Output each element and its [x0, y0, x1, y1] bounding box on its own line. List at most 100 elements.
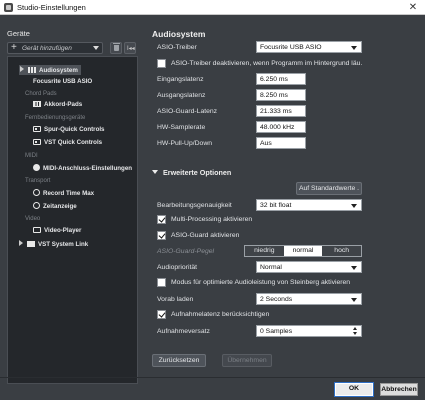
input-latency-field: 6.250 ms	[256, 73, 306, 85]
advanced-options-toggle[interactable]: Erweiterte Optionen	[152, 168, 231, 177]
tree-item-record-time-max[interactable]: Record Time Max	[33, 189, 94, 197]
chevron-down-icon	[351, 204, 357, 208]
tree-item-label: VST Quick Controls	[44, 139, 103, 146]
record-offset-spinbox[interactable]: 0 Samples	[256, 325, 362, 337]
tree-item-label: VST System Link	[38, 241, 89, 248]
chevron-down-icon	[351, 266, 357, 270]
section-title: Audiosystem	[152, 29, 206, 39]
audio-icon	[28, 67, 36, 73]
tree-item-video-player[interactable]: Video-Player	[33, 227, 81, 234]
asio-driver-value: Focusrite USB ASIO	[260, 44, 322, 51]
add-device-dropdown[interactable]: + Gerät hinzufügen	[7, 42, 103, 54]
tree-item-vst-quick-controls[interactable]: VST Quick Controls	[33, 139, 102, 146]
multiprocessing-label: Multi-Processing aktivieren	[171, 216, 253, 223]
clock-icon	[33, 202, 40, 209]
spin-down-icon[interactable]	[353, 332, 357, 335]
record-latency-label: Aufnahmelatenz berücksichtigen	[171, 311, 270, 318]
precision-value: 32 bit float	[260, 202, 292, 209]
guard-level-selector: niedrig normal hoch	[244, 245, 362, 257]
apply-button[interactable]: Übernehmen	[222, 354, 272, 367]
video-icon	[33, 227, 41, 233]
samplerate-field: 48.000 kHz	[256, 121, 306, 133]
precision-select[interactable]: 32 bit float	[256, 199, 362, 211]
ok-button[interactable]: OK	[334, 382, 374, 397]
category-remote-devices: Fernbedienungsgeräte	[25, 115, 86, 121]
guard-level-label: ASIO-Guard-Pegel	[157, 248, 215, 255]
optimized-mode-checkbox[interactable]	[157, 278, 166, 287]
remote-control-icon	[33, 126, 41, 132]
category-midi: MIDI	[25, 153, 38, 159]
deactivate-background-label: ASIO-Treiber deaktivieren, wenn Programm…	[171, 60, 363, 67]
record-offset-label: Aufnahmeversatz	[157, 328, 210, 335]
preload-select[interactable]: 2 Seconds	[256, 293, 362, 305]
tree-item-audiosystem[interactable]: Audiosystem	[19, 65, 81, 75]
chevron-down-icon	[351, 298, 357, 302]
priority-select[interactable]: Normal	[256, 261, 362, 273]
asio-driver-label: ASIO-Treiber	[157, 44, 197, 51]
pullupdown-field: Aus	[256, 137, 306, 149]
devices-header: Geräte	[7, 29, 30, 38]
chevron-down-icon	[351, 46, 357, 50]
app-icon	[4, 3, 13, 12]
tree-item-midi-port-setup[interactable]: MIDI-Anschluss-Einstellungen	[33, 164, 132, 172]
tree-item-focusrite[interactable]: Focusrite USB ASIO	[33, 78, 92, 85]
asio-guard-checkbox[interactable]	[157, 231, 166, 240]
guard-level-normal[interactable]: normal	[283, 246, 323, 256]
tree-item-akkord-pads[interactable]: Akkord-Pads	[33, 101, 82, 108]
add-device-label: Gerät hinzufügen	[22, 45, 72, 52]
midi-icon	[33, 164, 40, 171]
delete-device-button[interactable]	[110, 42, 122, 54]
reset-device-button[interactable]: I◂◂	[124, 42, 136, 54]
deactivate-background-checkbox[interactable]	[157, 59, 166, 68]
collapse-arrow-icon[interactable]	[20, 66, 24, 72]
output-latency-label: Ausgangslatenz	[157, 92, 206, 99]
tree-item-label: Audiosystem	[39, 67, 78, 74]
category-video: Video	[25, 216, 41, 222]
record-offset-value: 0 Samples	[260, 328, 293, 335]
preload-label: Vorab laden	[157, 296, 194, 303]
guard-latency-label: ASIO-Guard-Latenz	[157, 108, 218, 115]
restore-defaults-button[interactable]: Auf Standardwerte .	[296, 182, 362, 195]
tree-item-vst-system-link[interactable]: VST System Link	[19, 240, 88, 248]
input-latency-label: Eingangslatenz	[157, 76, 204, 83]
pullupdown-label: HW-Pull-Up/Down	[157, 140, 213, 147]
plus-icon: +	[11, 42, 17, 53]
devices-toolbar: + Gerät hinzufügen I◂◂	[7, 42, 137, 54]
trash-icon	[113, 43, 120, 51]
asio-driver-select[interactable]: Focusrite USB ASIO	[256, 41, 362, 53]
cancel-button[interactable]: Abbrechen	[380, 383, 418, 396]
guard-level-low[interactable]: niedrig	[245, 246, 284, 256]
chevron-down-icon	[93, 46, 99, 50]
tree-item-track-quick-controls[interactable]: Spur-Quick Controls	[33, 126, 105, 133]
preload-value: 2 Seconds	[260, 296, 293, 303]
asio-guard-label: ASIO-Guard aktivieren	[171, 232, 240, 239]
expand-arrow-icon[interactable]	[19, 240, 23, 246]
tree-item-label: Record Time Max	[43, 190, 95, 197]
tree-item-label: Spur-Quick Controls	[44, 126, 105, 133]
tree-item-label: Zeitanzeige	[43, 203, 77, 210]
category-transport: Transport	[25, 178, 51, 184]
keyboard-icon	[33, 101, 41, 107]
remote-control-icon	[33, 139, 41, 145]
close-icon[interactable]: ✕	[405, 0, 421, 15]
tree-item-label: MIDI-Anschluss-Einstellungen	[43, 165, 133, 172]
guard-latency-field: 21.333 ms	[256, 105, 306, 117]
samplerate-label: HW-Samplerate	[157, 124, 206, 131]
priority-value: Normal	[260, 264, 282, 271]
precision-label: Bearbeitungsgenauigkeit	[157, 202, 232, 209]
footer-divider	[0, 377, 425, 378]
reset-button[interactable]: Zurücksetzen	[152, 354, 206, 367]
spin-up-icon[interactable]	[353, 327, 357, 330]
record-latency-checkbox[interactable]	[157, 310, 166, 319]
tree-item-time-display[interactable]: Zeitanzeige	[33, 202, 77, 210]
device-tree: Audiosystem Focusrite USB ASIO Chord Pad…	[7, 56, 138, 384]
multiprocessing-checkbox[interactable]	[157, 215, 166, 224]
output-latency-field: 8.250 ms	[256, 89, 306, 101]
priority-label: Audiopriorität	[157, 264, 198, 271]
clock-icon	[33, 189, 40, 196]
optimized-mode-label: Modus für optimierte Audioleistung von S…	[171, 279, 351, 286]
chevron-down-icon	[152, 170, 158, 174]
advanced-options-title: Erweiterte Optionen	[163, 168, 232, 177]
guard-level-high[interactable]: hoch	[322, 246, 362, 256]
title-bar: Studio-Einstellungen ✕	[0, 0, 425, 15]
